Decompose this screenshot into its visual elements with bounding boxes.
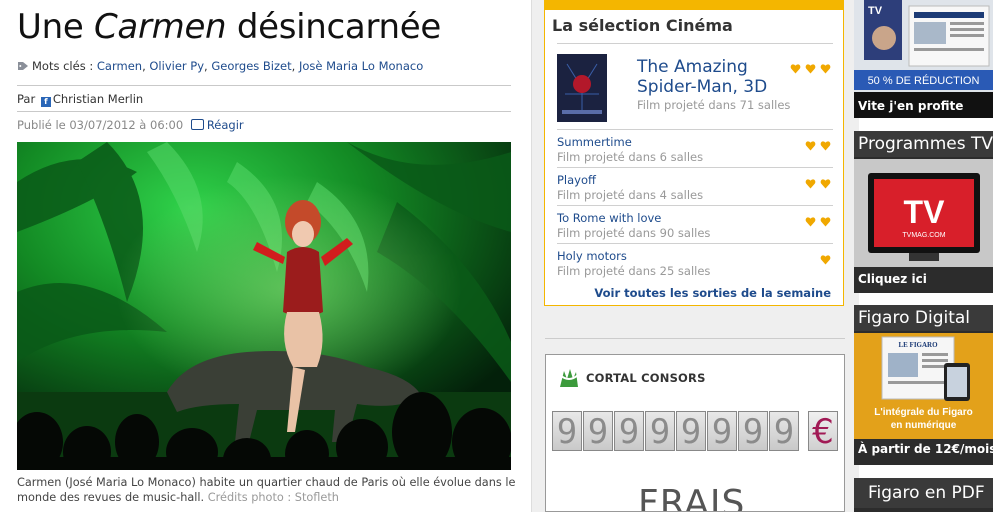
tv-programs-cta[interactable]: Cliquez ici [858,272,927,286]
film-screenings: Film projeté dans 90 salles [557,226,711,240]
magazine-bundle-image: TV 50 % DE RÉDUCTION [854,0,993,92]
article-title: Une Carmen désincarnée [17,7,442,47]
featured-film-title[interactable]: The Amazing Spider-Man, 3D [637,57,787,97]
counter-digit: 9 [707,411,737,452]
tv-screen-image: TV TVMAG.COM [854,159,993,267]
cinema-heading: La sélection Cinéma [552,16,733,35]
film-title-to-rome-with-love[interactable]: To Rome with love [557,211,661,225]
tv-logo: TV [904,194,946,230]
tv-programs-title: Programmes TV [854,131,993,157]
featured-film-poster[interactable] [557,54,607,122]
rating-star-icon [820,179,831,189]
divider [557,129,833,130]
rating-star-icon [805,179,816,189]
counter-digit: 9 [676,411,706,452]
digital-line-2: en numérique [891,420,957,431]
divider [557,205,833,206]
discount-banner: 50 % DE RÉDUCTION [868,74,980,87]
subscription-cta[interactable]: Vite j'en profite [858,99,963,113]
counter-digit: 9 [738,411,768,452]
tags-label: Mots clés : [32,59,97,73]
article: Une Carmen désincarnée Mots clés : Carme… [0,0,530,512]
tag-link-lo-monaco[interactable]: Josè Maria Lo Monaco [299,59,423,73]
counter-digit: 9 [645,411,675,452]
divider [557,43,833,44]
film-rating [801,212,831,231]
react-link[interactable]: Réagir [207,118,244,132]
film-title-playoff[interactable]: Playoff [557,173,596,187]
divider [545,338,845,339]
divider [557,243,833,244]
stage-scene-image [17,142,511,470]
film-screenings: Film projeté dans 4 salles [557,188,704,202]
rating-star-icon [820,255,831,265]
cortal-consors-ad[interactable]: CORTAL CONSORS 9 9 9 9 9 9 9 9 € FRAIS [545,354,845,512]
figaro-digital-image: LE FIGARO L'intégrale du Figaro en numér… [854,333,993,439]
divider [17,85,511,86]
tag-link-georges-bizet[interactable]: Georges Bizet [211,59,291,73]
publish-date: Publié le 03/07/2012 à 06:00 [17,118,184,132]
figaro-digital-cta[interactable]: À partir de 12€/mois [858,442,993,456]
cortal-brand-name: CORTAL CONSORS [586,371,706,385]
tv-programs-promo[interactable]: Programmes TV TV TVMAG.COM Cliquez ici [854,131,993,293]
publication-info: Publié le 03/07/2012 à 06:00 Réagir [17,118,244,132]
rating-star-icon [820,141,831,151]
film-screenings: Film projeté dans 25 salles [557,264,711,278]
article-photo [17,142,511,470]
photo-caption: Carmen (José Maria Lo Monaco) habite un … [17,475,517,505]
subscription-promo[interactable]: TV 50 % DE RÉDUCTION Vite j'en profite [854,0,993,118]
divider [17,111,511,112]
featured-film-rating [786,59,831,78]
cinema-selection-box: La sélection Cinéma The Amazing Spider-M… [544,0,844,306]
figaro-pdf-promo[interactable]: Figaro en PDF [854,478,993,512]
rating-star-icon [805,141,816,151]
author-badge-icon: f [40,97,51,107]
figaro-digital-promo[interactable]: Figaro Digital LE FIGARO L'intégrale du … [854,305,993,465]
film-rating [801,174,831,193]
rating-star-icon [805,217,816,227]
counter-digit: 9 [552,411,582,452]
featured-film-screenings: Film projeté dans 71 salles [637,98,791,112]
rating-star-icon [805,64,816,74]
newspaper-masthead: LE FIGARO [898,341,938,349]
box-top-bar [545,1,843,10]
film-screenings: Film projeté dans 6 salles [557,150,704,164]
film-rating [816,250,831,269]
figaro-digital-title: Figaro Digital [854,305,993,331]
author-prefix: Par [17,92,39,106]
tag-link-carmen[interactable]: Carmen [97,59,142,73]
film-title-summertime[interactable]: Summertime [557,135,632,149]
rating-star-icon [820,64,831,74]
rating-star-icon [820,217,831,227]
author-link[interactable]: Christian Merlin [53,92,143,106]
film-title-holy-motors[interactable]: Holy motors [557,249,627,263]
comment-bubble-icon [190,119,204,130]
svg-text:TV: TV [868,5,883,17]
divider [557,167,833,168]
currency-symbol: € [808,411,838,452]
tag-icon [18,62,28,70]
cortal-logo-icon [558,367,580,389]
digital-line-1: L'intégrale du Figaro [874,407,973,418]
photo-credit: Crédits photo : Stofleth [207,491,339,504]
counter-digit: 9 [614,411,644,452]
see-all-releases-link[interactable]: Voir toutes les sorties de la semaine [594,286,831,300]
rating-star-icon [790,64,801,74]
keyword-tags: Mots clés : Carmen, Olivier Py, Georges … [17,59,423,73]
tag-link-olivier-py[interactable]: Olivier Py [149,59,204,73]
right-column: TV 50 % DE RÉDUCTION Vite j'en profite P… [854,0,993,512]
figaro-pdf-title: Figaro en PDF [854,478,993,508]
counter-digit: 9 [769,411,799,452]
ad-headline: FRAIS [638,483,746,512]
film-rating [801,136,831,155]
author-line: Par f Christian Merlin [17,92,143,107]
tv-site: TVMAG.COM [902,232,945,239]
counter-digit: 9 [583,411,613,452]
